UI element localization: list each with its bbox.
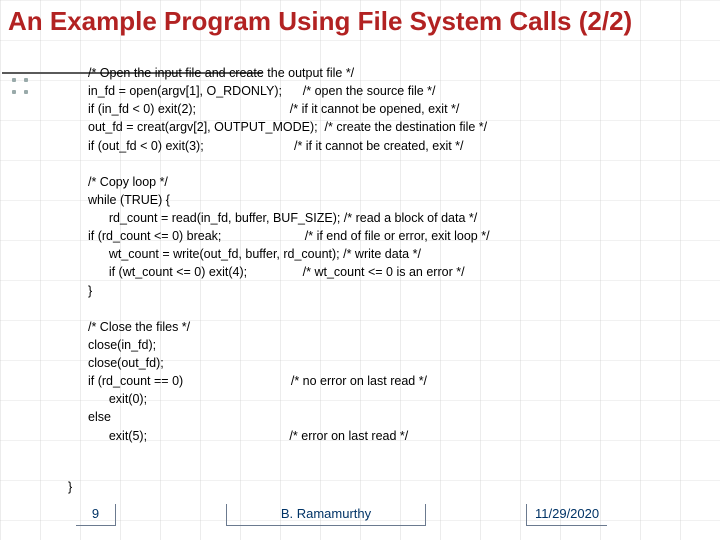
slide-container: An Example Program Using File System Cal… (0, 0, 720, 540)
slide-title: An Example Program Using File System Cal… (0, 0, 720, 39)
slide-number: 9 (76, 504, 116, 526)
decorative-dots (12, 78, 28, 94)
footer-date: 11/29/2020 (526, 504, 607, 526)
footer-author: B. Ramamurthy (226, 504, 426, 526)
slide-footer: 9 B. Ramamurthy 11/29/2020 (0, 504, 720, 526)
code-closing-brace: } (68, 478, 710, 496)
code-block: /* Open the input file and create the ou… (88, 64, 710, 445)
